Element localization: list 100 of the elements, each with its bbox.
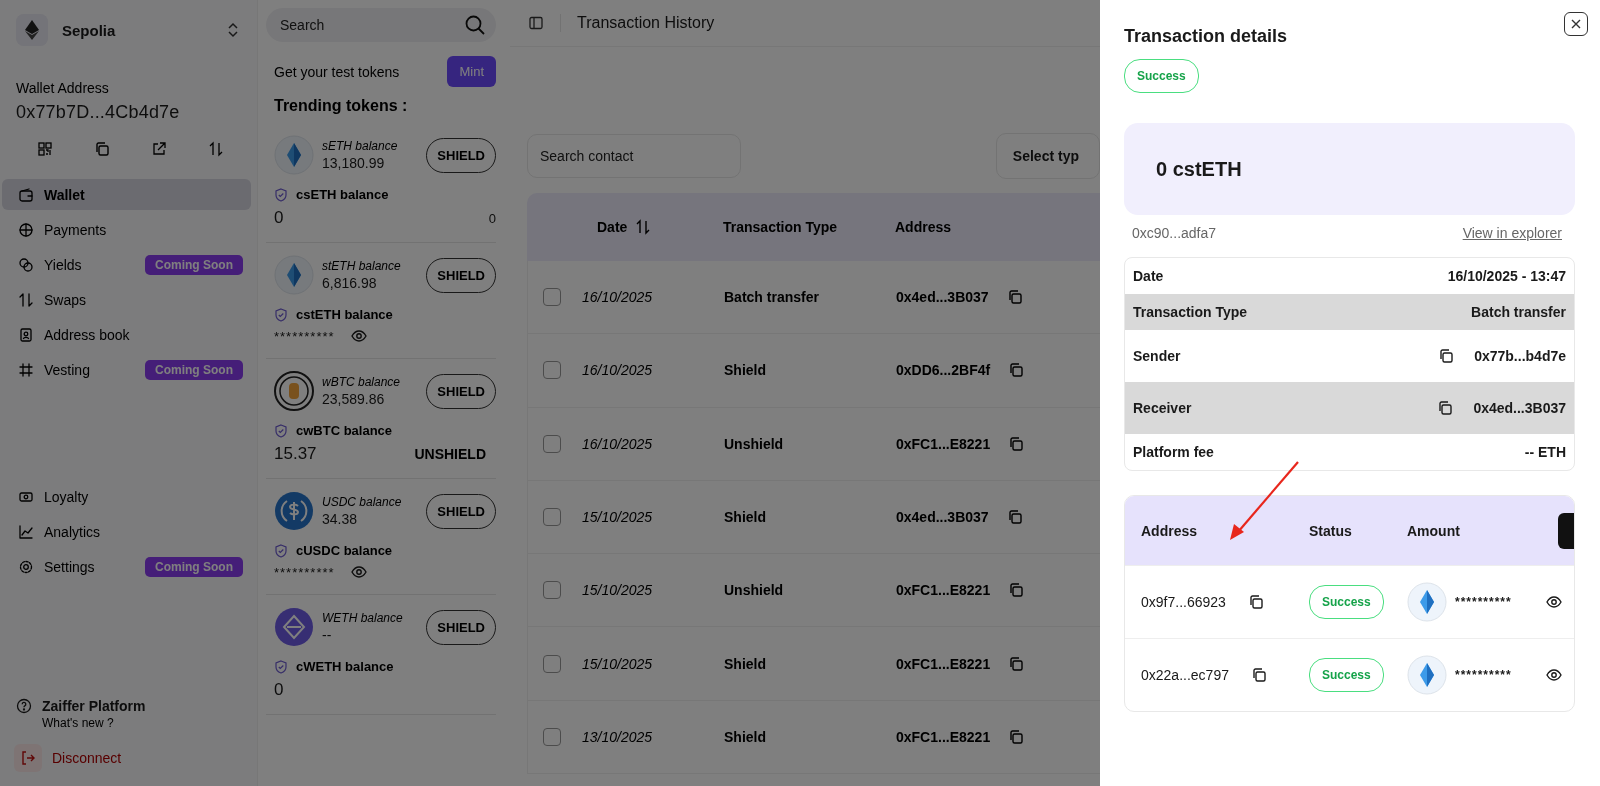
sortable-column-header[interactable]: Date — [597, 219, 652, 235]
sort-icon — [635, 219, 652, 235]
detail-label: Date — [1133, 268, 1165, 284]
detail-label: Sender — [1133, 348, 1182, 364]
shield-button[interactable]: SHIELD — [426, 137, 496, 173]
search-field[interactable]: Search — [266, 8, 496, 42]
nav-item[interactable]: Address book — [2, 319, 251, 350]
transaction-hash: 0xc90...adfa7 — [1132, 225, 1217, 241]
copy-icon[interactable] — [93, 141, 110, 157]
token-name: wBTC balance — [322, 375, 402, 389]
shield-button[interactable]: SHIELD — [426, 609, 496, 645]
token-name: WETH balance — [322, 611, 404, 625]
address-cell: 0x22a...ec797 — [1141, 667, 1229, 683]
date-cell-text: 15/10/2025 — [582, 509, 654, 526]
copy-address-button[interactable]: 0x4ed...3B037 — [1437, 400, 1566, 416]
sidebar-toggle-icon[interactable] — [528, 15, 544, 31]
date-cell-text: 15/10/2025 — [582, 582, 654, 599]
address-cell: 0xFC1...E8221 — [896, 728, 991, 745]
nav-item[interactable]: Settings Coming Soon — [2, 551, 251, 582]
nav-item[interactable]: Payments — [2, 214, 251, 245]
copy-icon[interactable] — [1008, 655, 1025, 672]
shielded-token-name: cUSDC balance — [296, 543, 393, 558]
type-cell-text: Shield — [724, 655, 767, 672]
copy-icon[interactable] — [1008, 435, 1025, 452]
help-title[interactable]: Zaiffer Platform — [42, 698, 146, 714]
copy-icon[interactable] — [1008, 728, 1025, 745]
nav-item[interactable]: Loyalty — [2, 481, 251, 512]
shielded-balance: 0 — [274, 208, 284, 228]
copy-icon[interactable] — [1008, 582, 1025, 599]
copy-icon[interactable] — [1008, 362, 1025, 379]
row-checkbox[interactable] — [543, 361, 561, 380]
row-checkbox[interactable] — [543, 288, 561, 307]
copy-icon[interactable] — [1247, 594, 1264, 610]
search-icon — [464, 14, 486, 36]
shield-button[interactable]: SHIELD — [426, 493, 496, 529]
coin-icon — [274, 607, 314, 647]
status-badge: Success — [1309, 585, 1384, 619]
row-checkbox[interactable] — [543, 434, 561, 453]
coin-icon — [274, 491, 314, 531]
type-cell-text: Unshield — [724, 582, 785, 599]
mint-button[interactable]: Mint — [447, 56, 496, 87]
token-balance: 34.38 — [322, 511, 359, 527]
eye-icon[interactable] — [1546, 594, 1562, 610]
grid-icon — [18, 361, 34, 378]
nav-item[interactable]: Yields Coming Soon — [2, 249, 251, 280]
copy-icon[interactable] — [1006, 289, 1023, 306]
row-checkbox[interactable] — [543, 508, 561, 527]
logout-icon[interactable] — [14, 744, 42, 772]
qr-code-icon[interactable] — [36, 141, 53, 157]
swap-arrows-icon[interactable] — [208, 141, 225, 157]
shielded-token-name: cWETH balance — [296, 659, 394, 674]
token-drop-icon — [1407, 655, 1447, 695]
search-contact-field[interactable]: Search contact — [527, 134, 741, 178]
copy-address-button[interactable]: 0x77b...b4d7e — [1438, 348, 1566, 364]
type-cell-text: Batch transfer — [724, 289, 820, 306]
network-name[interactable]: Sepolia — [62, 21, 211, 39]
date-cell-text: 16/10/2025 — [582, 435, 654, 452]
help-icon[interactable] — [16, 698, 32, 714]
amount-cell-text: ********** — [1455, 595, 1513, 609]
nav-item[interactable]: Analytics — [2, 516, 251, 547]
shielded-balance: 0 — [274, 680, 284, 700]
shield-button[interactable]: SHIELD — [426, 373, 496, 409]
copy-icon — [1437, 400, 1454, 416]
copy-icon[interactable] — [1006, 509, 1023, 526]
row-checkbox[interactable] — [543, 654, 561, 673]
date-cell-text: 13/10/2025 — [582, 728, 654, 745]
trending-title: Trending tokens : — [274, 97, 409, 115]
chevron-up-down-icon[interactable] — [225, 22, 241, 38]
external-link-icon[interactable] — [151, 141, 168, 157]
shield-button[interactable]: SHIELD — [426, 257, 496, 293]
unshield-button[interactable]: UNSHIELD — [414, 446, 496, 462]
coming-soon-badge: Coming Soon — [145, 359, 243, 380]
row-checkbox[interactable] — [543, 581, 561, 600]
address-cell: 0xFC1...E8221 — [896, 435, 991, 452]
header-button[interactable] — [1558, 512, 1574, 549]
detail-label: Receiver — [1133, 400, 1193, 416]
shield-icon — [274, 543, 288, 558]
type-cell-text: Shield — [724, 509, 767, 526]
drawer-title: Transaction details — [1124, 26, 1289, 47]
token-name: USDC balance — [322, 495, 403, 509]
shielded-balance: 15.37 — [274, 444, 317, 464]
contact-book-icon — [18, 326, 34, 343]
address-cell: 0xFC1...E8221 — [896, 582, 991, 599]
column-header: Address — [895, 219, 952, 235]
shielded-amount: 0 — [488, 210, 496, 226]
eye-icon[interactable] — [1546, 667, 1562, 683]
token-balance: 13,180.99 — [322, 155, 386, 171]
close-button[interactable] — [1564, 12, 1588, 36]
date-cell-text: 15/10/2025 — [582, 655, 654, 672]
copy-icon[interactable] — [1250, 667, 1267, 683]
shield-icon — [274, 423, 288, 438]
test-tokens-label: Get your test tokens — [274, 63, 400, 80]
disconnect-link[interactable]: Disconnect — [52, 750, 122, 766]
explorer-link[interactable]: View in explorer — [1462, 225, 1562, 241]
nav-item[interactable]: Wallet — [2, 179, 251, 210]
type-cell-text: Shield — [724, 362, 767, 379]
row-checkbox[interactable] — [543, 727, 561, 746]
nav-item[interactable]: Vesting Coming Soon — [2, 354, 251, 385]
nav-item[interactable]: Swaps — [2, 284, 251, 315]
type-cell-text: Unshield — [724, 435, 785, 452]
